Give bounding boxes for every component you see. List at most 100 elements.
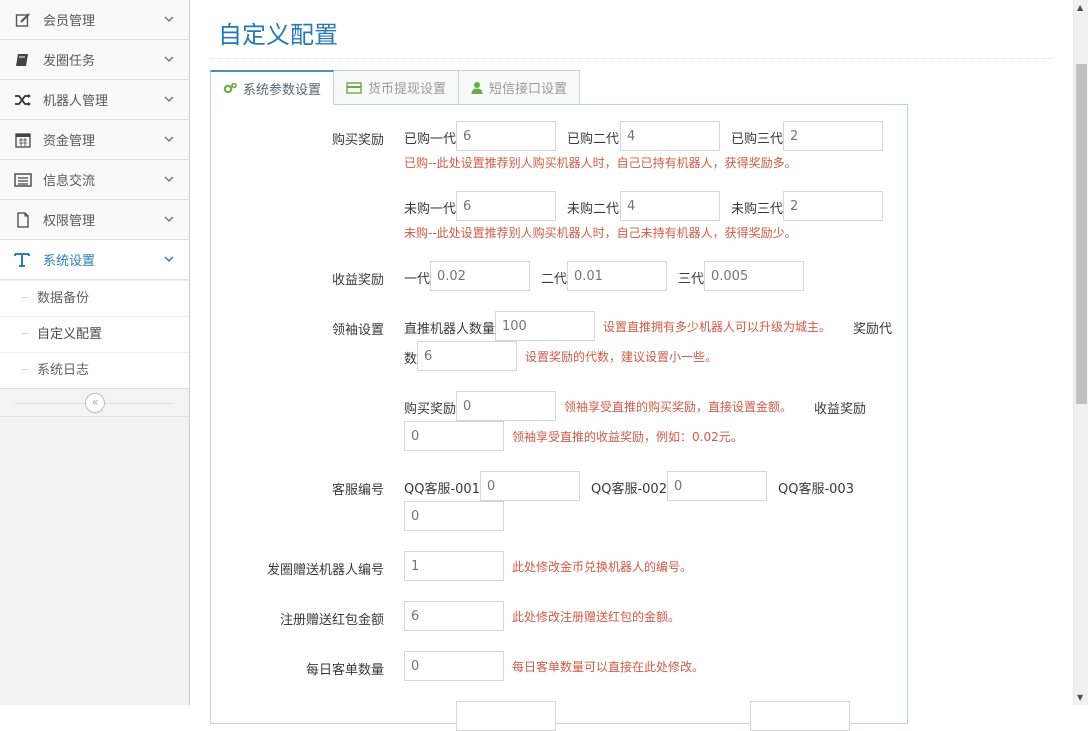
chevron-down-icon <box>164 176 174 183</box>
notbought-l2-label: 未购二代 <box>567 202 620 217</box>
sidebar-item-label: 信息交流 <box>43 174 96 189</box>
robot-gift-input[interactable] <box>404 551 504 581</box>
page-scrollbar[interactable]: ▲ ▼ <box>1073 0 1088 705</box>
bought-l1-label: 已购一代 <box>404 132 457 147</box>
text-icon <box>14 251 32 269</box>
leader-gen-label: 奖励代 <box>853 322 893 337</box>
sidebar-item-permissions[interactable]: 权限管理 <box>0 200 189 240</box>
scroll-up-icon[interactable]: ▲ <box>1077 3 1083 12</box>
sidebar-subitem-label: 系统日志 <box>37 363 90 378</box>
bought-l1-input[interactable] <box>456 121 556 151</box>
leader-income-label: 收益奖励 <box>814 402 867 417</box>
bought-l2-input[interactable] <box>620 121 720 151</box>
sidebar-subitem-custom-config[interactable]: ┄ 自定义配置 <box>0 316 189 352</box>
sidebar-item-system-settings[interactable]: 系统设置 <box>0 240 189 280</box>
leader-direct-label: 直推机器人数量 <box>404 322 496 337</box>
purchase-reward-label: 购买奖励 <box>331 133 384 148</box>
sidebar-item-label: 权限管理 <box>43 214 96 229</box>
leader-gen-input[interactable] <box>417 341 517 371</box>
sidebar-item-label: 系统设置 <box>43 254 96 269</box>
tab-label: 系统参数设置 <box>243 82 322 98</box>
chevron-down-icon <box>164 136 174 143</box>
scrollbar-thumb[interactable] <box>1076 64 1087 404</box>
sidebar-item-label: 会员管理 <box>43 14 96 29</box>
tab-system-params[interactable]: 系统参数设置 <box>210 70 335 105</box>
notbought-hint: 未购--此处设置推荐别人购买机器人时，自己未持有机器人，获得奖励少。 <box>404 226 797 240</box>
leader-income-input[interactable] <box>404 421 504 451</box>
next-row-input[interactable] <box>750 701 850 731</box>
sidebar-item-members[interactable]: 会员管理 <box>0 0 189 40</box>
customer-service-label: 客服编号 <box>331 483 384 498</box>
tab-bar: 系统参数设置 货币提现设置 短信接口设置 <box>210 70 581 105</box>
daily-orders-input[interactable] <box>404 651 504 681</box>
sidebar-item-funds[interactable]: 资金管理 <box>0 120 189 160</box>
credit-card-icon <box>346 81 362 94</box>
sidebar-subitem-backup[interactable]: ┄ 数据备份 <box>0 280 189 316</box>
sidebar-subitem-logs[interactable]: ┄ 系统日志 <box>0 352 189 388</box>
sidebar-subitem-label: 自定义配置 <box>37 327 103 342</box>
leader-gen-hint: 设置奖励的代数，建议设置小一些。 <box>525 350 718 364</box>
notbought-l2-input[interactable] <box>620 191 720 221</box>
leader-buy-input[interactable] <box>456 391 556 421</box>
dash-icon: ┄ <box>22 293 29 304</box>
sidebar-item-robots[interactable]: 机器人管理 <box>0 80 189 120</box>
income-l3-label: 三代 <box>678 272 705 287</box>
tab-currency-withdraw[interactable]: 货币提现设置 <box>333 70 460 105</box>
service-1-label: QQ客服-001 <box>404 482 480 497</box>
income-l3-input[interactable] <box>704 261 804 291</box>
tab-label: 货币提现设置 <box>368 82 447 97</box>
chevron-down-icon <box>164 216 174 223</box>
service-1-input[interactable] <box>480 471 580 501</box>
sidebar: 会员管理 发圈任务 机器人管理 资金管理 信息交流 权限管理 系统设置 ┄ 数据… <box>0 0 190 705</box>
sidebar-item-tasks[interactable]: 发圈任务 <box>0 40 189 80</box>
leader-buy-label: 购买奖励 <box>404 402 457 417</box>
income-l1-label: 一代 <box>404 272 431 287</box>
notbought-l3-input[interactable] <box>783 191 883 221</box>
register-gift-label: 注册赠送红包金额 <box>279 613 384 628</box>
double-angle-left-icon[interactable]: « <box>85 393 105 413</box>
cogs-icon <box>223 82 237 94</box>
daily-orders-hint: 每日客单数量可以直接在此处修改。 <box>512 660 705 674</box>
income-reward-label: 收益奖励 <box>331 273 384 288</box>
dash-icon: ┄ <box>22 329 29 340</box>
bought-l2-label: 已购二代 <box>567 132 620 147</box>
leader-buy-hint: 领袖享受直推的购买奖励，直接设置金额。 <box>564 400 793 414</box>
sidebar-item-messages[interactable]: 信息交流 <box>0 160 189 200</box>
chevron-down-icon <box>164 96 174 103</box>
tab-label: 短信接口设置 <box>489 82 568 97</box>
leader-income-hint: 领袖享受直推的收益奖励，例如：0.02元。 <box>512 430 743 444</box>
notbought-l3-label: 未购三代 <box>731 202 784 217</box>
sidebar-subitem-label: 数据备份 <box>37 291 90 306</box>
dash-icon: ┄ <box>22 365 29 376</box>
register-gift-hint: 此处修改注册赠送红包的金额。 <box>512 610 681 624</box>
daily-orders-label: 每日客单数量 <box>305 663 384 678</box>
notbought-l1-input[interactable] <box>456 191 556 221</box>
scroll-down-icon[interactable]: ▼ <box>1077 693 1083 702</box>
tab-sms-interface[interactable]: 短信接口设置 <box>458 70 581 105</box>
user-icon <box>471 81 483 94</box>
sidebar-submenu: ┄ 数据备份 ┄ 自定义配置 ┄ 系统日志 <box>0 280 189 389</box>
income-l2-input[interactable] <box>567 261 667 291</box>
income-l1-input[interactable] <box>430 261 530 291</box>
leader-settings-label: 领袖设置 <box>331 323 384 338</box>
shuffle-icon <box>14 91 32 109</box>
file-icon <box>14 211 32 229</box>
bought-l3-input[interactable] <box>783 121 883 151</box>
bought-l3-label: 已购三代 <box>731 132 784 147</box>
leader-direct-input[interactable] <box>495 311 595 341</box>
service-3-label: QQ客服-003 <box>778 482 854 497</box>
service-3-input[interactable] <box>404 501 504 531</box>
notbought-l1-label: 未购一代 <box>404 202 457 217</box>
divider <box>210 58 1053 59</box>
main-content: 自定义配置 系统参数设置 货币提现设置 短信接口设置 购买奖励 已购一代 已购二… <box>190 0 1073 731</box>
chevron-down-icon <box>164 56 174 63</box>
next-row-input[interactable] <box>456 701 556 731</box>
register-gift-input[interactable] <box>404 601 504 631</box>
service-2-input[interactable] <box>667 471 767 501</box>
chevron-down-icon <box>164 16 174 23</box>
sidebar-item-label: 资金管理 <box>43 134 96 149</box>
sidebar-item-label: 机器人管理 <box>43 94 109 109</box>
leader-gen-label-tail: 数 <box>404 352 418 367</box>
edit-icon <box>14 11 32 29</box>
bought-hint: 已购--此处设置推荐别人购买机器人时，自己已持有机器人，获得奖励多。 <box>404 156 797 170</box>
